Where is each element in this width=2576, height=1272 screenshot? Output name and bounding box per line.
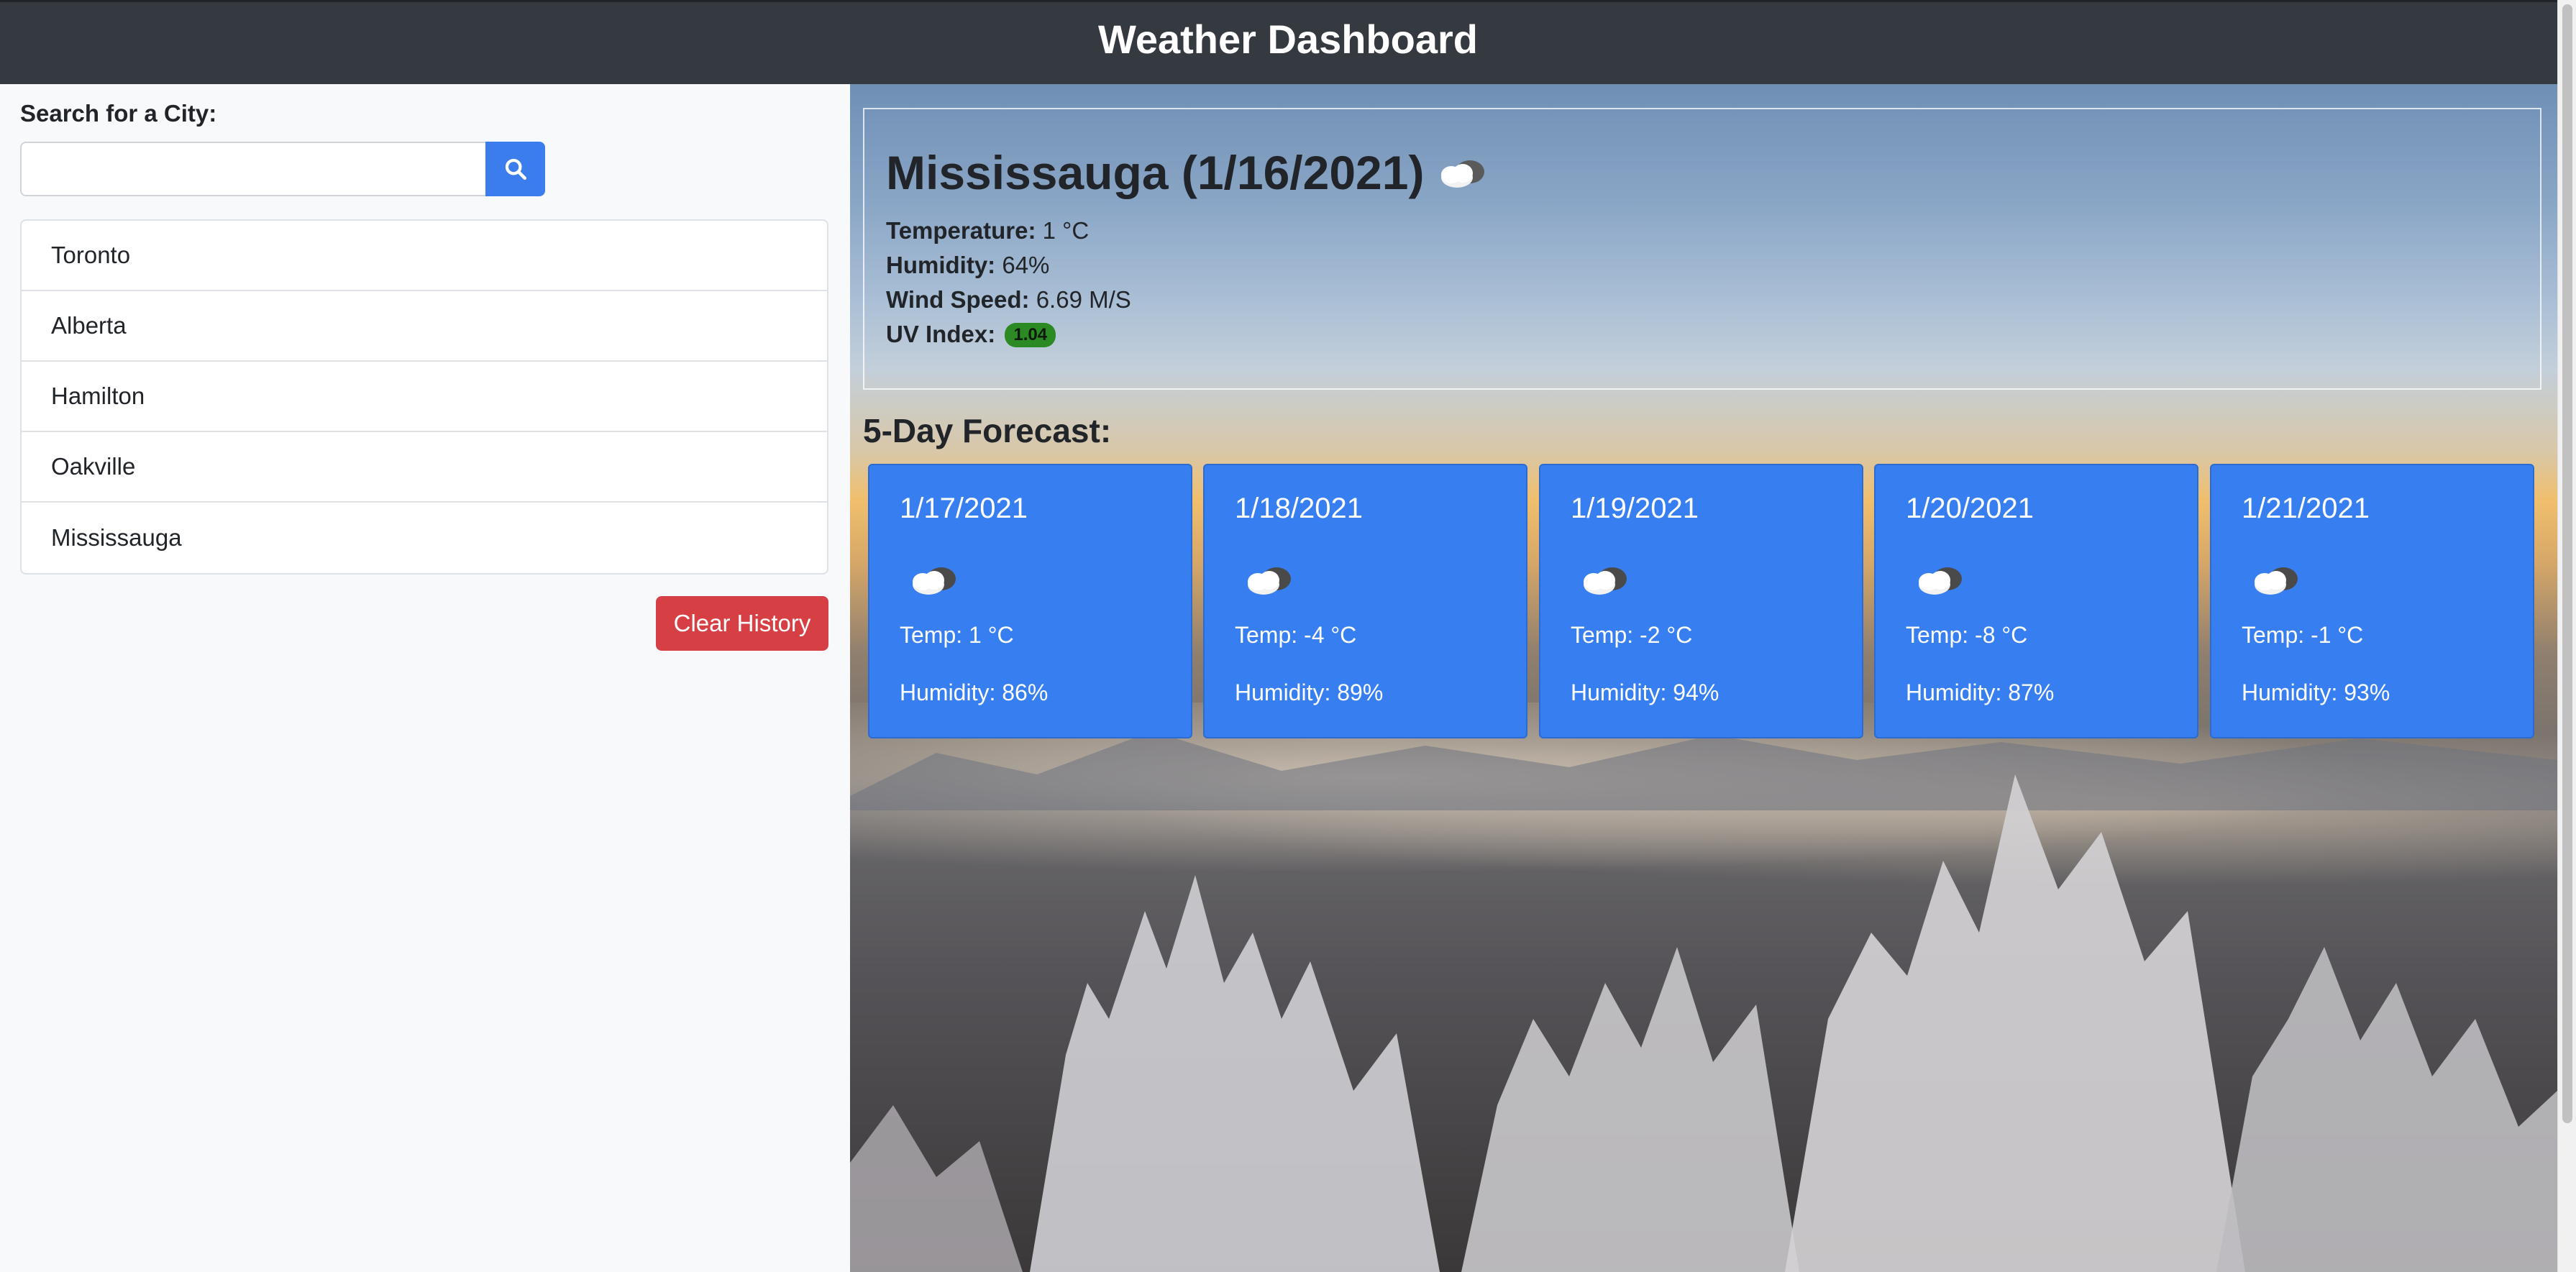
search-icon [505, 158, 526, 180]
forecast-date: 1/17/2021 [900, 493, 1028, 524]
temperature-stat: Temperature: 1 °C [886, 217, 1089, 244]
search-button[interactable] [485, 142, 545, 196]
forecast-temp: Temp: -8 °C [1906, 622, 2028, 648]
header-bar: Weather Dashboard [0, 0, 2576, 84]
history-item-alberta[interactable]: Alberta [22, 291, 827, 362]
search-label: Search for a City: [20, 100, 217, 127]
scrollbar-thumb[interactable] [2562, 4, 2572, 1123]
history-item-toronto[interactable]: Toronto [22, 221, 827, 291]
forecast-card: 1/20/2021 Temp: -8 °C Humidity: 87% [1874, 464, 2198, 738]
main-content: Mississauga (1/16/2021) Temperature: 1 °… [850, 84, 2557, 1272]
forecast-card: 1/19/2021 Temp: -2 °C Humidity: 94% [1539, 464, 1863, 738]
forecast-card: 1/18/2021 Temp: -4 °C Humidity: 89% [1203, 464, 1527, 738]
current-city-heading: Mississauga (1/16/2021) [886, 145, 1490, 200]
forecast-humidity: Humidity: 87% [1906, 680, 2055, 705]
current-city-title: Mississauga (1/16/2021) [886, 146, 1425, 199]
temperature-value: 1 °C [1042, 217, 1090, 244]
history-item-oakville[interactable]: Oakville [22, 432, 827, 503]
page-scrollbar[interactable] [2557, 0, 2576, 1272]
forecast-title: 5-Day Forecast: [863, 412, 1112, 449]
forecast-humidity: Humidity: 86% [900, 680, 1049, 705]
humidity-value: 64% [1002, 252, 1050, 278]
forecast-date: 1/19/2021 [1571, 493, 1699, 524]
clear-history-button[interactable]: Clear History [656, 596, 828, 651]
search-history-list: Toronto Alberta Hamilton Oakville Missis… [20, 219, 828, 575]
forecast-card: 1/17/2021 Temp: 1 °C Humidity: 86% [868, 464, 1192, 738]
uv-index-label: UV Index: [886, 321, 996, 347]
wind-speed-value: 6.69 M/S [1036, 286, 1131, 313]
cloud-icon [2255, 567, 2298, 595]
current-weather-panel: Mississauga (1/16/2021) Temperature: 1 °… [863, 108, 2541, 390]
history-item-hamilton[interactable]: Hamilton [22, 362, 827, 432]
forecast-date: 1/20/2021 [1906, 493, 2034, 524]
forecast-humidity: Humidity: 89% [1235, 680, 1384, 705]
cloud-icon [1441, 160, 1485, 188]
forecast-temp: Temp: -4 °C [1235, 622, 1357, 648]
temperature-label: Temperature: [886, 217, 1036, 244]
forecast-date: 1/21/2021 [2242, 493, 2370, 524]
cloud-icon [1919, 567, 1962, 595]
sidebar: Search for a City: Toronto Alberta Hamil… [0, 84, 850, 1272]
uv-index-stat: UV Index: 1.04 [886, 321, 1056, 349]
history-item-mississauga[interactable]: Mississauga [22, 503, 827, 573]
search-input[interactable] [20, 142, 486, 196]
forecast-card: 1/21/2021 Temp: -1 °C Humidity: 93% [2210, 464, 2534, 738]
humidity-label: Humidity: [886, 252, 996, 278]
forecast-date: 1/18/2021 [1235, 493, 1363, 524]
cloud-icon [1584, 567, 1627, 595]
forecast-temp: Temp: -2 °C [1571, 622, 1693, 648]
wind-speed-stat: Wind Speed: 6.69 M/S [886, 286, 1131, 314]
humidity-stat: Humidity: 64% [886, 252, 1049, 279]
page-title: Weather Dashboard [1098, 16, 1478, 62]
cloud-icon [913, 567, 956, 595]
forecast-humidity: Humidity: 93% [2242, 680, 2390, 705]
cloud-icon [1248, 567, 1291, 595]
wind-speed-label: Wind Speed: [886, 286, 1030, 313]
uv-index-badge: 1.04 [1005, 323, 1056, 347]
forecast-humidity: Humidity: 94% [1571, 680, 1719, 705]
forecast-temp: Temp: 1 °C [900, 622, 1014, 648]
forecast-temp: Temp: -1 °C [2242, 622, 2364, 648]
